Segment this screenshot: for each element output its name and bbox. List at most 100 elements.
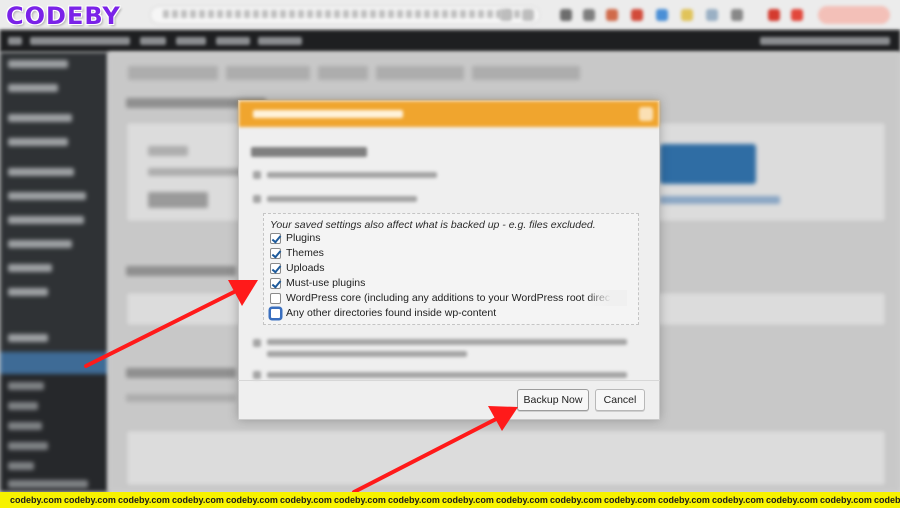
watermark-text: codeby.com — [226, 495, 278, 505]
option-label — [267, 351, 467, 357]
address-bar[interactable] — [150, 6, 540, 24]
backup-now-button[interactable]: Backup Now — [517, 389, 589, 411]
section-heading — [126, 368, 236, 378]
tab[interactable] — [128, 66, 218, 80]
option-label: Plugins — [286, 232, 321, 244]
must-use-plugins-checkbox[interactable] — [270, 277, 281, 289]
option-plugins[interactable]: Plugins — [270, 231, 320, 245]
sidebar-item[interactable] — [8, 288, 48, 296]
option-label — [267, 172, 437, 178]
uploads-checkbox[interactable] — [270, 262, 281, 274]
sidebar-item[interactable] — [8, 334, 48, 342]
dialog-heading — [251, 147, 367, 157]
extension-icon[interactable] — [706, 9, 718, 21]
option-wordpress-core[interactable]: WordPress core (including any additions … — [270, 291, 610, 305]
other-directories-checkbox[interactable] — [270, 307, 281, 319]
account-link[interactable] — [760, 37, 890, 45]
watermark-strip: codeby.com codeby.com codeby.com codeby.com… — [0, 492, 900, 508]
admin-sidebar — [0, 52, 108, 492]
option-uploads[interactable]: Uploads — [270, 261, 325, 275]
updates-link[interactable] — [140, 37, 166, 45]
checkbox[interactable] — [253, 171, 261, 179]
checkbox[interactable] — [253, 195, 261, 203]
watermark-text: codeby.com — [64, 495, 116, 505]
watermark-text: codeby.com — [604, 495, 656, 505]
submenu-item[interactable] — [8, 422, 42, 430]
sidebar-item[interactable] — [8, 240, 72, 248]
watermark-text: codeby.com — [118, 495, 170, 505]
option-label — [267, 196, 417, 202]
sidebar-item[interactable] — [8, 114, 72, 122]
option-themes[interactable]: Themes — [270, 246, 324, 260]
site-name-link[interactable] — [30, 37, 130, 45]
tab[interactable] — [318, 66, 368, 80]
sidebar-item[interactable] — [8, 168, 74, 176]
text-fade — [587, 290, 627, 306]
close-icon[interactable] — [639, 107, 653, 121]
watermark-text: codeby.com — [658, 495, 710, 505]
sidebar-item[interactable] — [8, 138, 68, 146]
checkbox[interactable] — [253, 371, 261, 379]
option-other-directories[interactable]: Any other directories found inside wp-co… — [270, 306, 496, 320]
extension-icon[interactable] — [768, 9, 780, 21]
submenu-item[interactable] — [8, 402, 38, 410]
star-icon[interactable] — [500, 9, 512, 21]
new-content-link[interactable] — [216, 37, 250, 45]
tab[interactable] — [226, 66, 310, 80]
option-must-use-plugins[interactable]: Must-use plugins — [270, 276, 365, 290]
extension-icon[interactable] — [656, 9, 668, 21]
watermark-text: codeby.com — [766, 495, 818, 505]
sidebar-item[interactable] — [8, 192, 86, 200]
themes-checkbox[interactable] — [270, 247, 281, 259]
profile-button[interactable] — [818, 6, 890, 24]
sidebar-item-active[interactable] — [0, 352, 108, 374]
tab[interactable] — [376, 66, 464, 80]
button[interactable] — [148, 192, 208, 208]
settings-note: Your saved settings also affect what is … — [270, 219, 596, 231]
extension-icon[interactable] — [606, 9, 618, 21]
watermark-text: codeby.com — [172, 495, 224, 505]
watermark-text: codeby.com — [10, 495, 62, 505]
existing-backups-table — [126, 430, 886, 486]
tab[interactable] — [472, 66, 580, 80]
browser-toolbar: CODEBY — [0, 0, 900, 30]
codeby-logo: CODEBY — [6, 2, 121, 30]
sidebar-item[interactable] — [8, 60, 68, 68]
label — [126, 394, 236, 402]
sidebar-item[interactable] — [8, 84, 58, 92]
extension-icon[interactable] — [583, 9, 595, 21]
wordpress-core-checkbox[interactable] — [270, 292, 281, 304]
submenu-item[interactable] — [8, 442, 48, 450]
sidebar-submenu — [0, 374, 108, 492]
submenu-item[interactable] — [8, 382, 44, 390]
wordpress-icon[interactable] — [8, 37, 22, 45]
watermark-text: codeby.com — [334, 495, 386, 505]
watermark-text: codeby.com — [550, 495, 602, 505]
option-label: Uploads — [286, 262, 325, 274]
sidebar-item[interactable] — [8, 216, 84, 224]
submenu-item[interactable] — [8, 480, 88, 488]
extension-icon[interactable] — [681, 9, 693, 21]
extension-icon[interactable] — [560, 9, 572, 21]
option-label — [267, 372, 627, 378]
checkbox[interactable] — [253, 339, 261, 347]
option-label — [267, 339, 627, 345]
backup-now-button[interactable] — [660, 144, 756, 184]
submenu-item[interactable] — [8, 462, 34, 470]
dialog-header — [239, 101, 659, 127]
plugin-menu-link[interactable] — [258, 37, 302, 45]
section-heading — [126, 266, 236, 276]
cancel-button[interactable]: Cancel — [595, 389, 645, 411]
extension-icon[interactable] — [731, 9, 743, 21]
extension-icon[interactable] — [791, 9, 803, 21]
extension-icon[interactable] — [631, 9, 643, 21]
link[interactable] — [660, 196, 780, 204]
dialog-title — [253, 110, 403, 118]
extension-icon[interactable] — [522, 9, 534, 21]
watermark-text: codeby.com — [820, 495, 872, 505]
option-label: Themes — [286, 247, 324, 259]
plugins-checkbox[interactable] — [270, 232, 281, 244]
comments-link[interactable] — [176, 37, 206, 45]
watermark-text: codeby.com — [496, 495, 548, 505]
sidebar-item[interactable] — [8, 264, 52, 272]
